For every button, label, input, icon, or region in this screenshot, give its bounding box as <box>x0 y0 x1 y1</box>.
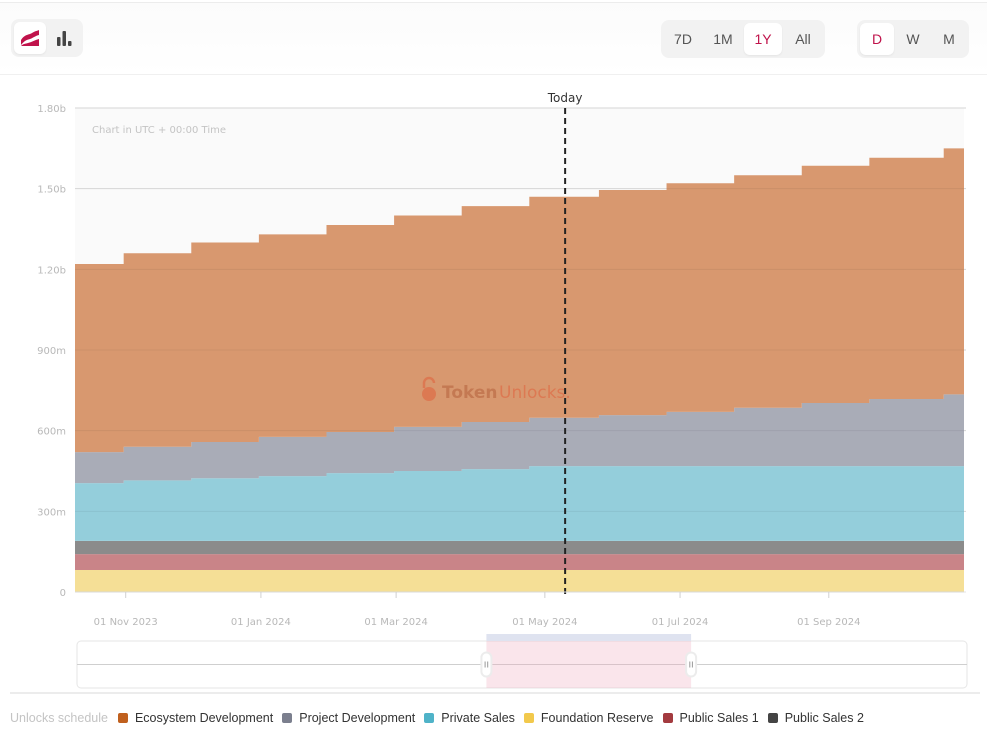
legend-swatch <box>767 713 778 723</box>
y-tick-label: 900m <box>37 346 66 357</box>
watermark-text-unlocks: Unlocks. <box>499 383 571 403</box>
bar-chart-icon <box>57 31 72 46</box>
range-7d-button[interactable]: 7D <box>664 23 702 55</box>
legend: Unlocks schedule Ecosystem Development P… <box>10 711 873 725</box>
legend-label: Project Development <box>299 711 416 725</box>
legend-swatch <box>117 713 128 723</box>
legend-item-project-development[interactable]: Project Development <box>282 711 415 725</box>
y-tick-label: 0 <box>60 588 66 599</box>
x-tick-label: 01 May 2024 <box>512 617 577 628</box>
legend-label: Public Sales 1 <box>679 711 759 725</box>
x-tick-label: 01 Sep 2024 <box>797 617 860 628</box>
timezone-note: Chart in UTC + 00:00 Time <box>92 125 226 136</box>
area-public-sales-1 <box>75 554 964 570</box>
granularity-week-button[interactable]: W <box>896 23 930 55</box>
unlock-schedule-chart: Chart in UTC + 00:00 Time Token Unlocks.… <box>37 91 968 689</box>
legend-item-private-sales[interactable]: Private Sales <box>424 711 515 725</box>
legend-label: Private Sales <box>441 711 515 725</box>
legend-item-ecosystem-development[interactable]: Ecosystem Development <box>117 711 274 725</box>
navigator-selection[interactable] <box>486 641 692 688</box>
y-tick-label: 1.50b <box>37 185 66 196</box>
legend-label: Ecosystem Development <box>134 711 274 725</box>
range-1m-button[interactable]: 1M <box>704 23 742 55</box>
granularity-day-button[interactable]: D <box>860 23 894 55</box>
legend-label: Public Sales 2 <box>784 711 864 725</box>
area-public-sales-2 <box>75 540 964 555</box>
lock-body <box>422 387 436 401</box>
x-tick-label: 01 Jan 2024 <box>231 617 291 628</box>
area-foundation-reserve <box>75 569 964 592</box>
handle-grip[interactable] <box>685 651 698 678</box>
legend-swatch <box>662 713 673 723</box>
x-tick-label: 01 Jul 2024 <box>652 617 709 628</box>
today-label: Today <box>547 91 583 105</box>
legend-label: Foundation Reserve <box>540 711 654 725</box>
y-tick-label: 1.20b <box>37 265 66 276</box>
legend-item-public-sales-1[interactable]: Public Sales 1 <box>662 711 759 725</box>
legend-divider <box>10 692 980 694</box>
legend-title: Unlocks schedule <box>10 711 108 725</box>
x-axis: 01 Nov 2023 01 Jan 2024 01 Mar 2024 01 May … <box>94 592 860 628</box>
y-tick-label: 600m <box>37 427 66 438</box>
granularity-selector: D W M <box>857 20 969 58</box>
time-range-selector: 7D 1M 1Y All <box>661 20 825 58</box>
area-chart-button[interactable] <box>14 22 46 54</box>
y-tick-label: 1.80b <box>37 104 66 115</box>
range-navigator <box>76 634 968 689</box>
legend-item-foundation-reserve[interactable]: Foundation Reserve <box>523 711 654 725</box>
watermark-text-token: Token <box>442 383 498 403</box>
legend-swatch <box>523 713 534 723</box>
navigator-drag-bar[interactable] <box>486 634 692 641</box>
range-all-button[interactable]: All <box>784 23 822 55</box>
handle-grip[interactable] <box>480 651 493 678</box>
range-1y-button[interactable]: 1Y <box>744 23 782 55</box>
x-tick-label: 01 Nov 2023 <box>94 617 158 628</box>
area-chart-icon <box>21 30 39 46</box>
navigator-left-handle[interactable] <box>480 651 493 678</box>
navigator-right-handle[interactable] <box>685 651 698 678</box>
chart-toolbar <box>0 3 987 75</box>
x-tick-label: 01 Mar 2024 <box>364 617 427 628</box>
bar-chart-button[interactable] <box>48 22 80 54</box>
legend-swatch <box>424 713 435 723</box>
legend-item-public-sales-2[interactable]: Public Sales 2 <box>767 711 864 725</box>
y-tick-label: 300m <box>37 507 66 518</box>
chart-type-toggle <box>11 19 83 57</box>
granularity-month-button[interactable]: M <box>932 23 966 55</box>
legend-swatch <box>282 713 293 723</box>
